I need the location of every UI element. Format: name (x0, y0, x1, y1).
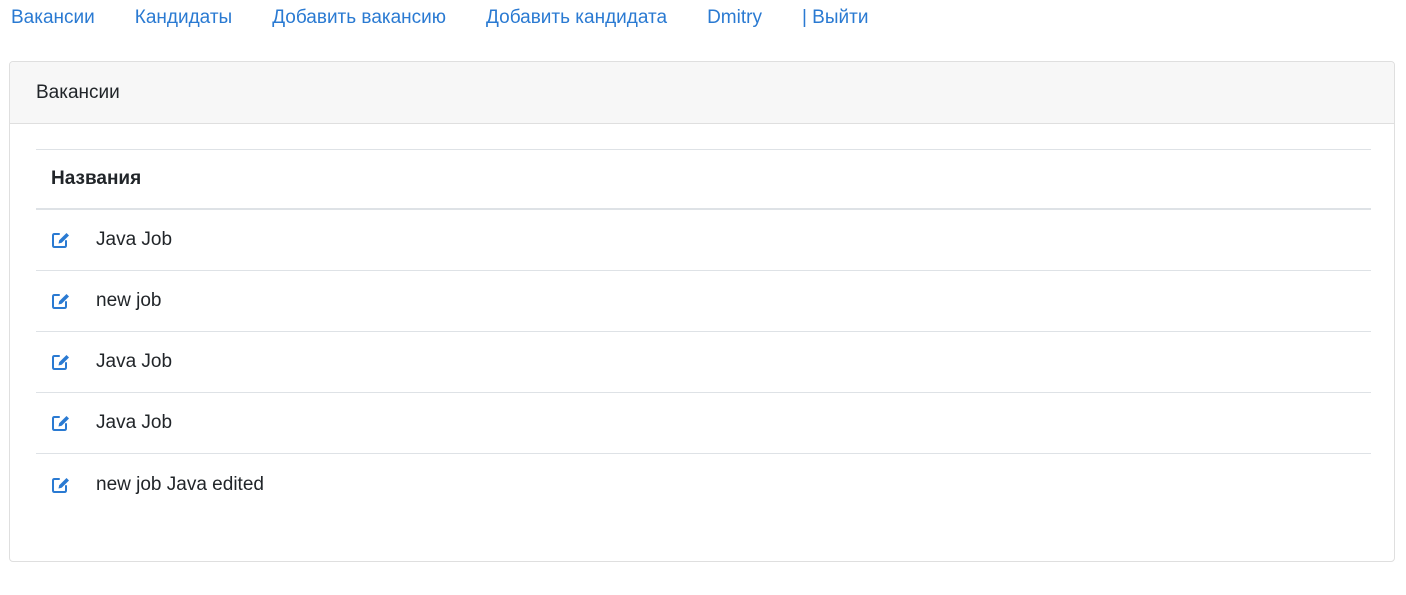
vacancy-title: Java Job (96, 229, 173, 250)
card-header: Вакансии (10, 62, 1394, 124)
vacancy-title: new job Java edited (96, 473, 264, 495)
table-header-row: Названия (36, 149, 1371, 210)
vacancy-title: new job (96, 290, 162, 311)
nav-link-candidates[interactable]: Кандидаты (115, 7, 252, 29)
table-row: Java Job (36, 210, 1371, 271)
vacancies-card: Вакансии Названия Java Job new job Java … (9, 61, 1395, 562)
nav-link-add-vacancy[interactable]: Добавить вакансию (252, 7, 466, 29)
top-navigation: Вакансии Кандидаты Добавить вакансию Доб… (0, 0, 888, 36)
vacancy-title: Java Job (96, 351, 173, 372)
edit-icon[interactable] (51, 414, 72, 432)
table-row: Java Job (36, 393, 1371, 454)
table-row: new job (36, 271, 1371, 332)
edit-icon[interactable] (51, 292, 72, 310)
vacancy-title: Java Job (96, 412, 173, 433)
table-row: new job Java edited (36, 454, 1371, 515)
edit-icon[interactable] (51, 476, 72, 494)
column-header-names: Названия (51, 168, 142, 189)
edit-icon[interactable] (51, 353, 72, 371)
edit-icon[interactable] (51, 231, 72, 249)
table-row: Java Job (36, 332, 1371, 393)
nav-link-user[interactable]: Dmitry (687, 7, 782, 29)
nav-link-vacancies[interactable]: Вакансии (0, 7, 115, 29)
vacancies-table: Названия Java Job new job Java Job Java … (36, 149, 1371, 515)
nav-link-logout[interactable]: | Выйти (782, 7, 888, 29)
nav-link-add-candidate[interactable]: Добавить кандидата (466, 7, 687, 29)
